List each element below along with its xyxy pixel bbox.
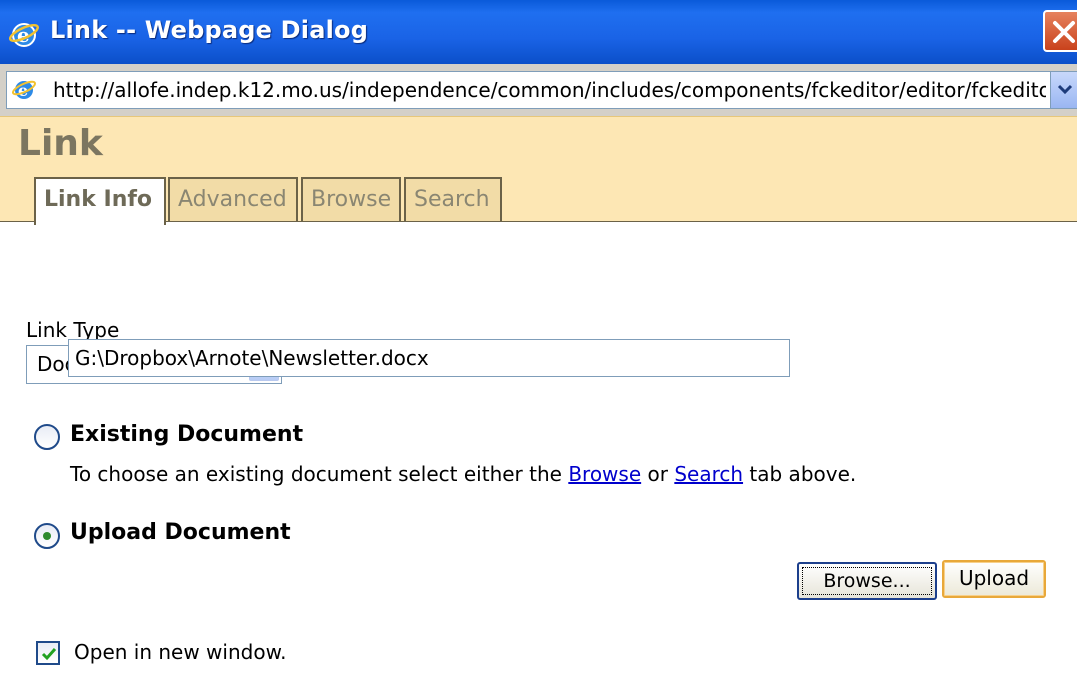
existing-document-radio[interactable]: [34, 424, 60, 450]
upload-document-radio[interactable]: [34, 523, 60, 549]
browse-file-label: Browse...: [802, 567, 932, 595]
existing-document-label: Existing Document: [70, 422, 304, 447]
tab-search[interactable]: Search: [404, 177, 502, 223]
window-title: Link -- Webpage Dialog: [50, 16, 369, 44]
description-or: or: [647, 462, 668, 486]
file-path-value: G:\Dropbox\Arnote\Newsletter.docx: [75, 346, 429, 370]
chevron-down-icon: [1057, 84, 1073, 95]
radio-selected-dot: [43, 532, 51, 540]
close-button[interactable]: [1043, 10, 1077, 52]
description-prefix: To choose an existing document select ei…: [70, 462, 562, 486]
tab-link-info[interactable]: Link Info: [34, 177, 166, 225]
file-path-input[interactable]: G:\Dropbox\Arnote\Newsletter.docx: [68, 339, 790, 377]
dialog-heading: Link: [18, 123, 103, 164]
internet-explorer-icon: e: [8, 18, 40, 50]
browse-tab-link[interactable]: Browse: [568, 462, 641, 486]
dialog-header: Link Link Info Advanced Browse Search: [0, 116, 1077, 225]
page-icon: e: [11, 76, 37, 102]
search-tab-link[interactable]: Search: [674, 462, 743, 486]
description-suffix: tab above.: [749, 462, 857, 486]
open-new-window-checkbox[interactable]: [36, 641, 60, 665]
existing-document-description: To choose an existing document select ei…: [70, 462, 856, 486]
open-new-window-label: Open in new window.: [74, 640, 287, 664]
address-bar: e http://allofe.indep.k12.mo.us/independ…: [0, 64, 1077, 116]
tab-advanced[interactable]: Advanced: [168, 177, 298, 223]
link-info-panel: Link Type Document Existing Document To …: [0, 222, 1077, 689]
tab-browse[interactable]: Browse: [301, 177, 401, 223]
upload-document-label: Upload Document: [70, 520, 291, 545]
address-field[interactable]: e http://allofe.indep.k12.mo.us/independ…: [6, 71, 1077, 109]
close-icon: [1053, 21, 1075, 43]
checkmark-icon: [41, 648, 57, 661]
title-bar: e Link -- Webpage Dialog: [0, 0, 1077, 64]
address-dropdown-button[interactable]: [1050, 72, 1077, 108]
upload-button[interactable]: Upload: [942, 560, 1046, 598]
browse-file-button[interactable]: Browse...: [797, 562, 937, 600]
address-url: http://allofe.indep.k12.mo.us/independen…: [53, 78, 1046, 102]
